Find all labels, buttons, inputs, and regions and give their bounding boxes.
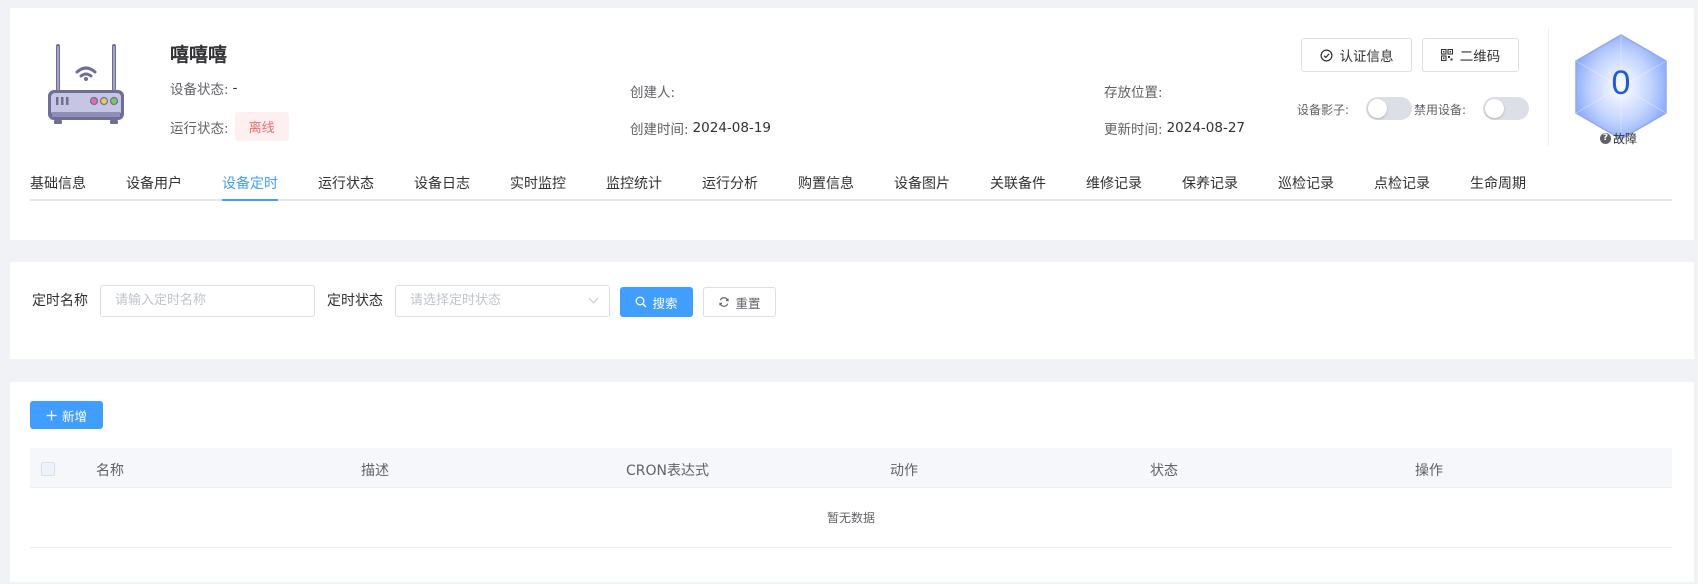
creator-field: 创建人: [630,81,675,101]
plus-icon [46,410,57,420]
device-name: 嘻嘻嘻 [170,44,228,66]
search-button-label: 搜索 [652,295,678,311]
tab-device-log[interactable]: 设备日志 [414,173,470,201]
health-score-hexagon: 0 [1575,34,1667,140]
tab-repair-records[interactable]: 维修记录 [1086,173,1142,201]
select-all-checkbox[interactable] [41,462,55,476]
column-cron: CRON表达式 [626,463,709,479]
run-status-label: 运行状态: [170,120,229,137]
tab-lifecycle[interactable]: 生命周期 [1470,173,1526,201]
tab-device-users[interactable]: 设备用户 [126,173,182,201]
device-status-field: 设备状态: - [170,78,237,98]
add-button-label: 新增 [61,408,87,424]
search-button[interactable]: 搜索 [620,287,693,317]
device-status-value: - [232,80,238,96]
tab-realtime-monitor[interactable]: 实时监控 [510,173,566,201]
location-field: 存放位置: [1104,81,1163,101]
timer-status-label: 定时状态 [327,293,383,309]
tab-purchase-info[interactable]: 购置信息 [798,173,854,201]
column-status: 状态 [1150,463,1178,479]
device-header-card: 嘻嘻嘻 设备状态: - 运行状态: 离线 创建人: 创建时间: 2024-08-… [10,8,1694,240]
reset-button-label: 重置 [735,295,761,311]
column-name: 名称 [96,463,124,479]
timer-name-input[interactable]: 请输入定时名称 [100,285,315,317]
tab-spare-parts[interactable]: 关联备件 [990,173,1046,201]
tab-maintenance-records[interactable]: 保养记录 [1182,173,1238,201]
shadow-switch-label: 设备影子: [1297,103,1350,117]
shadow-switch[interactable] [1366,97,1412,120]
created-time-label: 创建时间: [630,122,689,138]
tab-run-analysis[interactable]: 运行分析 [702,173,758,201]
qrcode-icon [1440,49,1453,61]
tab-monitor-stats[interactable]: 监控统计 [606,173,662,201]
health-status-text: 故障 [1613,132,1638,146]
disable-switch[interactable] [1483,97,1529,120]
created-time-field: 创建时间: 2024-08-19 [630,118,771,138]
device-status-label: 设备状态: [170,82,229,98]
chevron-down-icon [588,293,599,304]
created-time-value: 2024-08-19 [692,120,772,136]
disable-switch-label: 禁用设备: [1414,103,1467,117]
tab-patrol-records[interactable]: 巡检记录 [1278,173,1334,201]
tab-run-status[interactable]: 运行状态 [318,173,374,201]
question-icon: ? [1600,133,1611,144]
table-card: 新增 名称 描述 CRON表达式 动作 状态 操作 暂无数据 [10,382,1694,582]
creator-label: 创建人: [630,85,676,101]
cert-info-button[interactable]: 认证信息 [1301,38,1412,72]
tab-basic-info[interactable]: 基础信息 [30,173,86,201]
column-operations: 操作 [1415,463,1443,479]
column-action: 动作 [890,463,918,479]
health-score-value: 0 [1611,64,1631,102]
router-icon [48,44,124,124]
health-status: ? 故障 [1600,130,1637,147]
timer-status-placeholder: 请选择定时状态 [410,293,502,308]
refresh-icon [719,297,730,307]
updated-time-field: 更新时间: 2024-08-27 [1104,118,1245,138]
tab-spot-check-records[interactable]: 点检记录 [1374,173,1430,201]
timer-name-label: 定时名称 [32,293,88,309]
qrcode-label: 二维码 [1459,49,1501,65]
updated-time-label: 更新时间: [1104,122,1163,138]
tab-device-timer[interactable]: 设备定时 [222,173,278,201]
empty-table-text: 暂无数据 [30,488,1672,548]
search-icon [636,296,647,308]
status-badge: 离线 [234,112,289,141]
reset-button[interactable]: 重置 [703,287,776,317]
detail-tabs: 基础信息 设备用户 设备定时 运行状态 设备日志 实时监控 监控统计 运行分析 … [30,173,1672,201]
vertical-divider [1548,28,1549,146]
column-description: 描述 [361,463,389,479]
location-label: 存放位置: [1104,85,1163,101]
check-circle-icon [1320,49,1332,61]
run-status-field: 运行状态: 离线 [170,112,289,141]
cert-info-label: 认证信息 [1339,49,1394,65]
search-card: 定时名称 请输入定时名称 定时状态 请选择定时状态 搜索 重置 [10,262,1694,359]
tab-device-images[interactable]: 设备图片 [894,173,950,201]
add-button[interactable]: 新增 [30,401,103,429]
updated-time-value: 2024-08-27 [1166,120,1246,136]
qrcode-button[interactable]: 二维码 [1422,38,1519,72]
timer-status-select[interactable]: 请选择定时状态 [395,285,610,317]
table-header: 名称 描述 CRON表达式 动作 状态 操作 [30,448,1672,488]
